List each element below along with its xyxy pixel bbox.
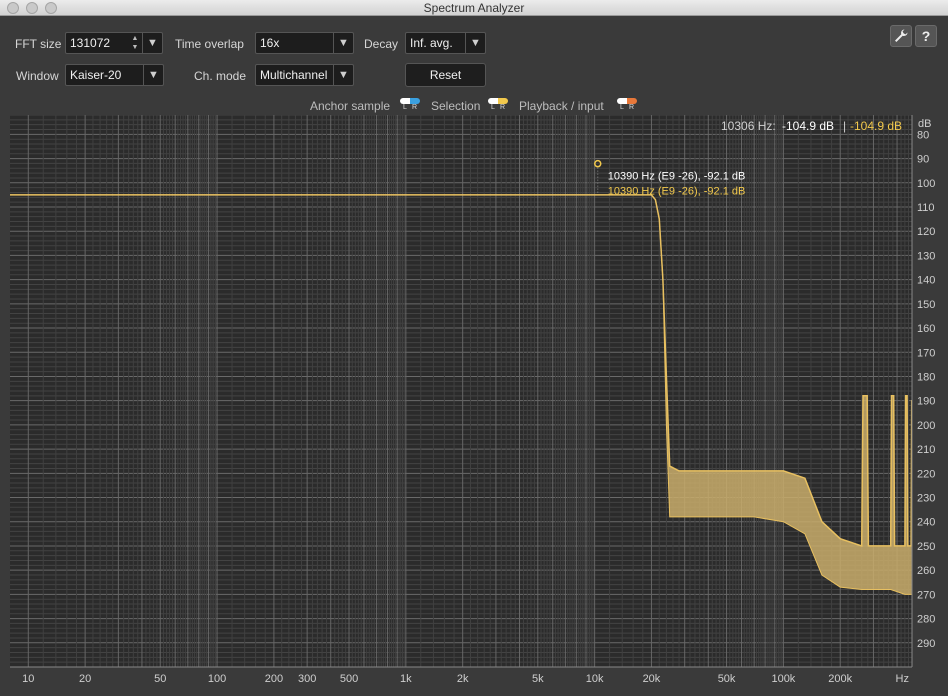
anchor-sample-label: Anchor sample bbox=[310, 99, 391, 113]
chevron-down-icon[interactable]: ▼ bbox=[142, 33, 162, 53]
x-tick-label: 50 bbox=[154, 673, 166, 685]
decay-label: Decay bbox=[364, 37, 399, 51]
fft-size-stepper-icon[interactable]: ▲ ▼ bbox=[130, 34, 140, 52]
x-tick-label: 10 bbox=[22, 673, 34, 685]
fft-size-value: 131072 bbox=[70, 36, 111, 50]
x-tick-label: 300 bbox=[298, 673, 316, 685]
anchor-r-text: R bbox=[412, 104, 418, 111]
window-title: Spectrum Analyzer bbox=[423, 1, 525, 15]
y-tick-label: 190 bbox=[917, 396, 935, 408]
spectrum-plot[interactable]: dB80 90 100 110 120 130 140 150 160 170 180 190 200 2… bbox=[10, 115, 938, 689]
time-overlap-value: 16x bbox=[260, 36, 280, 50]
help-icon: ? bbox=[921, 28, 931, 44]
y-tick-label: 80 bbox=[917, 129, 929, 141]
selection-swatch: L R bbox=[488, 98, 508, 112]
chevron-down-icon[interactable]: ▼ bbox=[465, 33, 485, 53]
ch-mode-value: Multichannel bbox=[260, 68, 328, 82]
y-tick-label: 130 bbox=[917, 250, 935, 262]
x-tick-label: 200k bbox=[828, 673, 852, 685]
marker-label-left: 10390 Hz (E9 -26), -92.1 dB bbox=[608, 171, 746, 183]
x-tick-label: 1k bbox=[400, 673, 412, 685]
wrench-icon bbox=[895, 29, 908, 42]
title-bar: Spectrum Analyzer bbox=[0, 0, 948, 16]
y-tick-label: 240 bbox=[917, 517, 935, 529]
readout-separator: | bbox=[843, 119, 846, 133]
readout-value-right: -104.9 dB bbox=[850, 119, 902, 133]
anchor-l-text: L bbox=[403, 104, 407, 111]
y-tick-label: 90 bbox=[917, 154, 929, 166]
y-tick-label: 200 bbox=[917, 420, 935, 432]
ch-mode-label: Ch. mode bbox=[194, 69, 247, 83]
playback-input-swatch: L R bbox=[617, 98, 637, 112]
x-tick-label: 20k bbox=[643, 673, 661, 685]
playback-l-text: L bbox=[620, 104, 624, 111]
y-tick-label: 230 bbox=[917, 493, 935, 505]
playback-r-text: R bbox=[629, 104, 635, 111]
fft-size-label: FFT size bbox=[15, 37, 62, 51]
x-tick-label: 10k bbox=[586, 673, 604, 685]
y-tick-label: 180 bbox=[917, 371, 935, 383]
settings-button[interactable] bbox=[890, 25, 912, 47]
x-tick-label: 20 bbox=[79, 673, 91, 685]
time-overlap-select[interactable]: 16x ▼ bbox=[255, 32, 354, 54]
y-tick-label: 260 bbox=[917, 565, 935, 577]
x-tick-label: 200 bbox=[265, 673, 283, 685]
y-tick-label: 110 bbox=[917, 202, 935, 214]
fft-size-select[interactable]: 131072 ▲ ▼ ▼ bbox=[65, 32, 163, 54]
x-tick-label: 2k bbox=[457, 673, 469, 685]
y-tick-label: 150 bbox=[917, 299, 935, 311]
x-tick-label: 100 bbox=[208, 673, 226, 685]
window-select[interactable]: Kaiser-20 ▼ bbox=[65, 64, 164, 86]
y-tick-label: 210 bbox=[917, 444, 935, 456]
x-tick-label: 500 bbox=[340, 673, 358, 685]
playback-input-label: Playback / input bbox=[519, 99, 604, 113]
y-tick-label: 160 bbox=[917, 323, 935, 335]
y-tick-label: 270 bbox=[917, 589, 935, 601]
window-label: Window bbox=[16, 69, 59, 83]
x-axis-title: Hz bbox=[896, 673, 909, 685]
y-tick-label: 120 bbox=[917, 226, 935, 238]
selection-label: Selection bbox=[431, 99, 481, 113]
y-tick-label: 100 bbox=[917, 178, 935, 190]
time-overlap-label: Time overlap bbox=[175, 37, 244, 51]
y-tick-label: 140 bbox=[917, 275, 935, 287]
reset-button[interactable]: Reset bbox=[405, 63, 486, 87]
x-tick-label: 100k bbox=[771, 673, 795, 685]
help-button[interactable]: ? bbox=[915, 25, 937, 47]
readout-value-left: -104.9 dB bbox=[782, 119, 834, 133]
plot-grid bbox=[10, 115, 913, 668]
chevron-down-icon[interactable]: ▼ bbox=[143, 65, 163, 85]
y-tick-label: 290 bbox=[917, 638, 935, 650]
window-value: Kaiser-20 bbox=[70, 68, 122, 82]
selection-l-text: L bbox=[491, 104, 495, 111]
chevron-down-icon[interactable]: ▼ bbox=[333, 33, 353, 53]
ch-mode-select[interactable]: Multichannel ▼ bbox=[255, 64, 354, 86]
y-tick-label: 280 bbox=[917, 614, 935, 626]
y-axis-title: dB bbox=[918, 118, 931, 130]
decay-value: Inf. avg. bbox=[410, 36, 453, 50]
y-tick-label: 250 bbox=[917, 541, 935, 553]
anchor-sample-swatch: L R bbox=[400, 98, 420, 112]
x-tick-label: 5k bbox=[532, 673, 544, 685]
x-tick-label: 50k bbox=[718, 673, 736, 685]
decay-select[interactable]: Inf. avg. ▼ bbox=[405, 32, 486, 54]
y-tick-label: 220 bbox=[917, 468, 935, 480]
readout-frequency: 10306 Hz: bbox=[721, 119, 776, 133]
chevron-down-icon[interactable]: ▼ bbox=[333, 65, 353, 85]
selection-r-text: R bbox=[500, 104, 506, 111]
marker-label-right: 10390 Hz (E9 -26), -92.1 dB bbox=[608, 186, 746, 198]
y-tick-label: 170 bbox=[917, 347, 935, 359]
